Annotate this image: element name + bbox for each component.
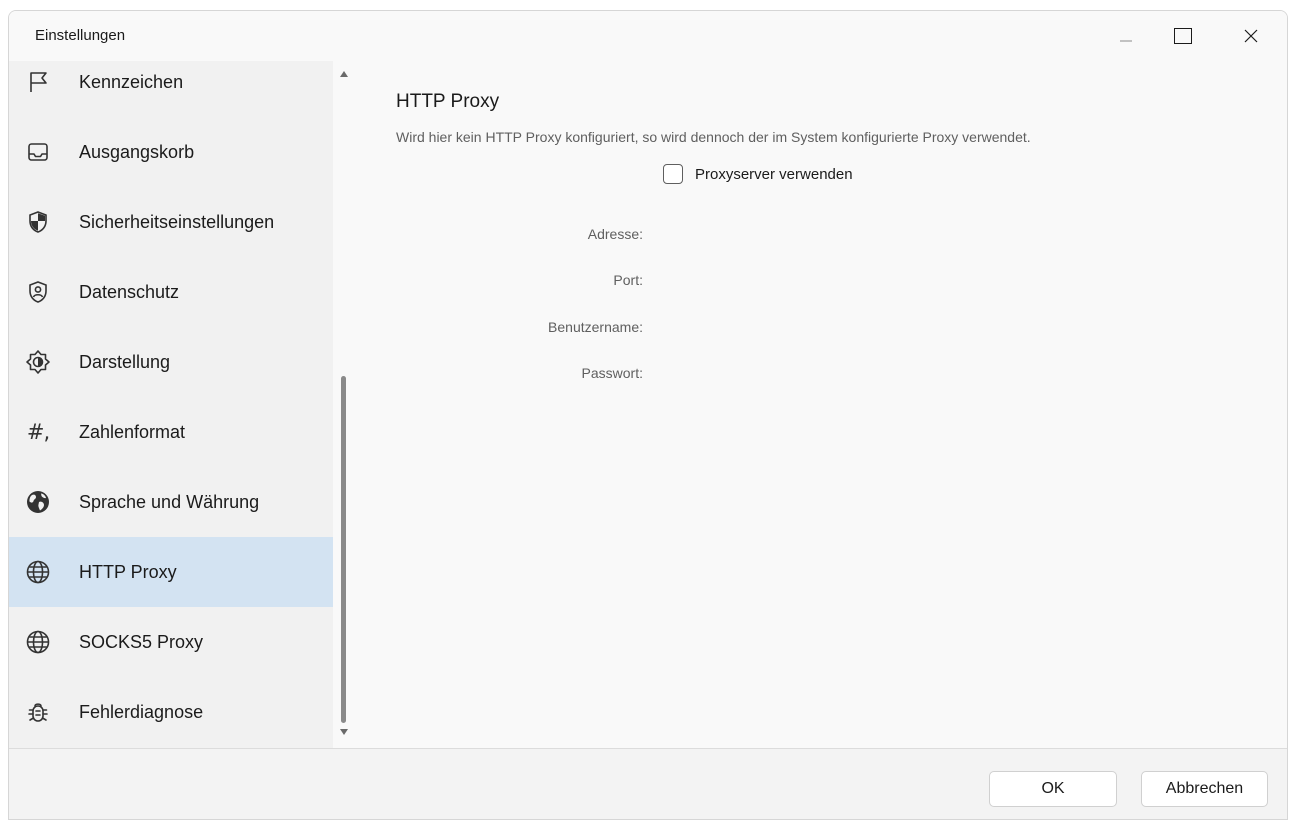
- sidebar-item-sicherheitseinstellungen[interactable]: Sicherheitseinstellungen: [9, 187, 333, 257]
- password-field: [653, 360, 1213, 386]
- use-proxy-checkbox-row[interactable]: Proxyserver verwenden: [663, 164, 853, 184]
- section-description: Wird hier kein HTTP Proxy konfiguriert, …: [396, 129, 1031, 145]
- sidebar-item-label: Sicherheitseinstellungen: [79, 211, 275, 232]
- username-label: Benutzername:: [548, 319, 643, 335]
- sidebar-item-zahlenformat[interactable]: #, Zahlenformat: [9, 397, 333, 467]
- ok-button[interactable]: OK: [989, 771, 1117, 807]
- password-label: Passwort:: [581, 365, 643, 381]
- sidebar-item-darstellung[interactable]: Darstellung: [9, 327, 333, 397]
- sidebar-item-label: Sprache und Währung: [79, 491, 260, 512]
- sidebar-item-label: HTTP Proxy: [79, 561, 177, 582]
- sidebar-item-label: Fehlerdiagnose: [79, 701, 204, 722]
- scroll-up-arrow-icon[interactable]: [340, 71, 348, 77]
- username-field: [653, 314, 1213, 340]
- number-format-icon: #,: [26, 420, 50, 444]
- sidebar-item-fehlerdiagnose[interactable]: Fehlerdiagnose: [9, 677, 333, 747]
- use-proxy-label[interactable]: Proxyserver verwenden: [695, 166, 853, 183]
- settings-content: HTTP Proxy Wird hier kein HTTP Proxy kon…: [353, 61, 1287, 748]
- bug-icon: [23, 697, 53, 727]
- earth-globe-icon: [23, 487, 53, 517]
- dialog-footer: OK Abbrechen: [9, 748, 1287, 819]
- minimize-button[interactable]: [1103, 19, 1149, 53]
- sidebar-item-label: Zahlenformat: [79, 421, 186, 442]
- close-icon: [1244, 29, 1258, 43]
- sidebar-item-label: Darstellung: [79, 351, 171, 372]
- sidebar-item-label: SOCKS5 Proxy: [79, 631, 204, 652]
- sidebar-item-ausgangskorb[interactable]: Ausgangskorb: [9, 117, 333, 187]
- sidebar-item-http-proxy[interactable]: HTTP Proxy: [9, 537, 333, 607]
- address-field: [653, 221, 1213, 247]
- brightness-icon: [23, 347, 53, 377]
- outbox-tray-icon: [23, 137, 53, 167]
- address-label: Adresse:: [587, 226, 643, 242]
- title-bar[interactable]: Einstellungen: [9, 11, 1287, 61]
- use-proxy-checkbox[interactable]: [663, 164, 683, 184]
- sidebar-item-label: Datenschutz: [79, 281, 180, 302]
- sidebar-scrollbar[interactable]: [335, 61, 351, 748]
- maximize-icon: [1174, 28, 1192, 44]
- page-title: HTTP Proxy: [396, 91, 500, 112]
- cancel-button[interactable]: Abbrechen: [1141, 771, 1268, 807]
- close-button[interactable]: [1228, 19, 1274, 53]
- port-label: Port:: [613, 272, 643, 288]
- globe-icon: [23, 627, 53, 657]
- sidebar-item-label: Kennzeichen: [79, 71, 184, 92]
- privacy-shield-person-icon: [23, 277, 53, 307]
- port-field: [653, 267, 1213, 293]
- globe-icon: [23, 557, 53, 587]
- settings-window: Einstellungen Kennzeichen Ausgangskorb S…: [8, 10, 1288, 820]
- minimize-icon: [1120, 40, 1132, 42]
- maximize-button[interactable]: [1160, 19, 1206, 53]
- sidebar-item-datenschutz[interactable]: Datenschutz: [9, 257, 333, 327]
- scroll-thumb[interactable]: [341, 376, 346, 723]
- sidebar-item-label: Ausgangskorb: [79, 141, 195, 162]
- sidebar-item-sprache-und-waehrung[interactable]: Sprache und Währung: [9, 467, 333, 537]
- settings-sidebar: Kennzeichen Ausgangskorb Sicherheitseins…: [9, 61, 333, 748]
- scroll-down-arrow-icon[interactable]: [340, 729, 348, 735]
- shield-icon: [23, 207, 53, 237]
- sidebar-item-kennzeichen[interactable]: Kennzeichen: [9, 61, 333, 117]
- sidebar-item-socks5-proxy[interactable]: SOCKS5 Proxy: [9, 607, 333, 677]
- window-title: Einstellungen: [35, 27, 126, 44]
- flag-icon: [23, 67, 53, 97]
